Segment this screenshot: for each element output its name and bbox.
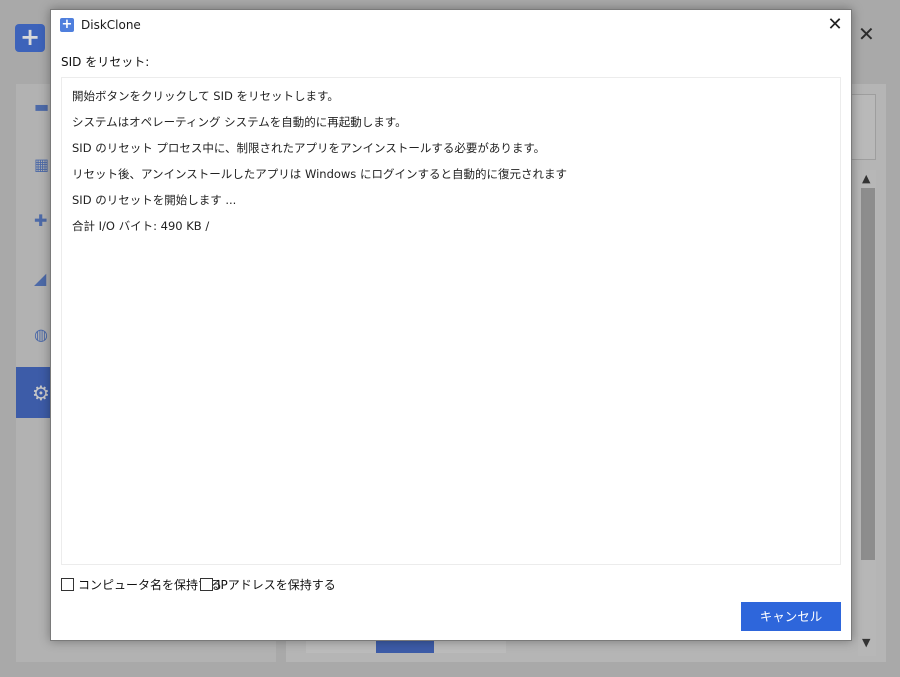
log-line: 開始ボタンをクリックして SID をリセットします。 <box>72 89 339 103</box>
dialog-title: DiskClone <box>81 18 141 32</box>
cancel-button[interactable]: キャンセル <box>741 602 841 631</box>
app-scrollbar-thumb <box>861 188 875 560</box>
keep-computer-name-checkbox[interactable] <box>61 577 74 591</box>
keep-ip-address-option[interactable]: IPアドレスを保持する <box>200 576 336 592</box>
keep-computer-name-option[interactable]: コンピュータ名を保持する <box>61 576 222 592</box>
log-line: 合計 I/O バイト: 490 KB / <box>72 219 210 233</box>
app-top-panel <box>852 94 876 160</box>
log-output-box[interactable]: 開始ボタンをクリックして SID をリセットします。 システムはオペレーティング… <box>61 77 841 565</box>
app-close-icon: ✕ <box>858 22 875 46</box>
keep-ip-address-checkbox[interactable] <box>200 577 213 591</box>
sidebar-item-tools-active: ⚙ <box>16 367 52 418</box>
app-bottom-button <box>434 640 506 653</box>
log-line: SID のリセット プロセス中に、制限されたアプリをアンインストールする必要があ… <box>72 141 546 155</box>
app-bottom-button <box>306 640 376 653</box>
dialog-titlebar: + DiskClone ✕ <box>51 10 851 40</box>
log-line: システムはオペレーティング システムを自動的に再起動します。 <box>72 115 407 129</box>
sid-reset-dialog: + DiskClone ✕ SID をリセット: 開始ボタンをクリックして SI… <box>50 9 852 641</box>
gear-icon: ⚙ <box>32 381 50 405</box>
keep-ip-address-label: IPアドレスを保持する <box>217 577 336 592</box>
scroll-up-icon: ▲ <box>862 172 871 185</box>
log-line: リセット後、アンインストールしたアプリは Windows にログインすると自動的… <box>72 167 567 181</box>
diskclone-logo-icon: + <box>60 17 74 32</box>
app-logo-icon: + <box>15 24 45 52</box>
close-icon[interactable]: ✕ <box>823 13 847 37</box>
log-line: SID のリセットを開始します ... <box>72 193 237 207</box>
app-bottom-button-primary <box>376 640 434 653</box>
section-title: SID をリセット: <box>61 55 150 69</box>
scroll-down-icon: ▼ <box>862 636 871 649</box>
